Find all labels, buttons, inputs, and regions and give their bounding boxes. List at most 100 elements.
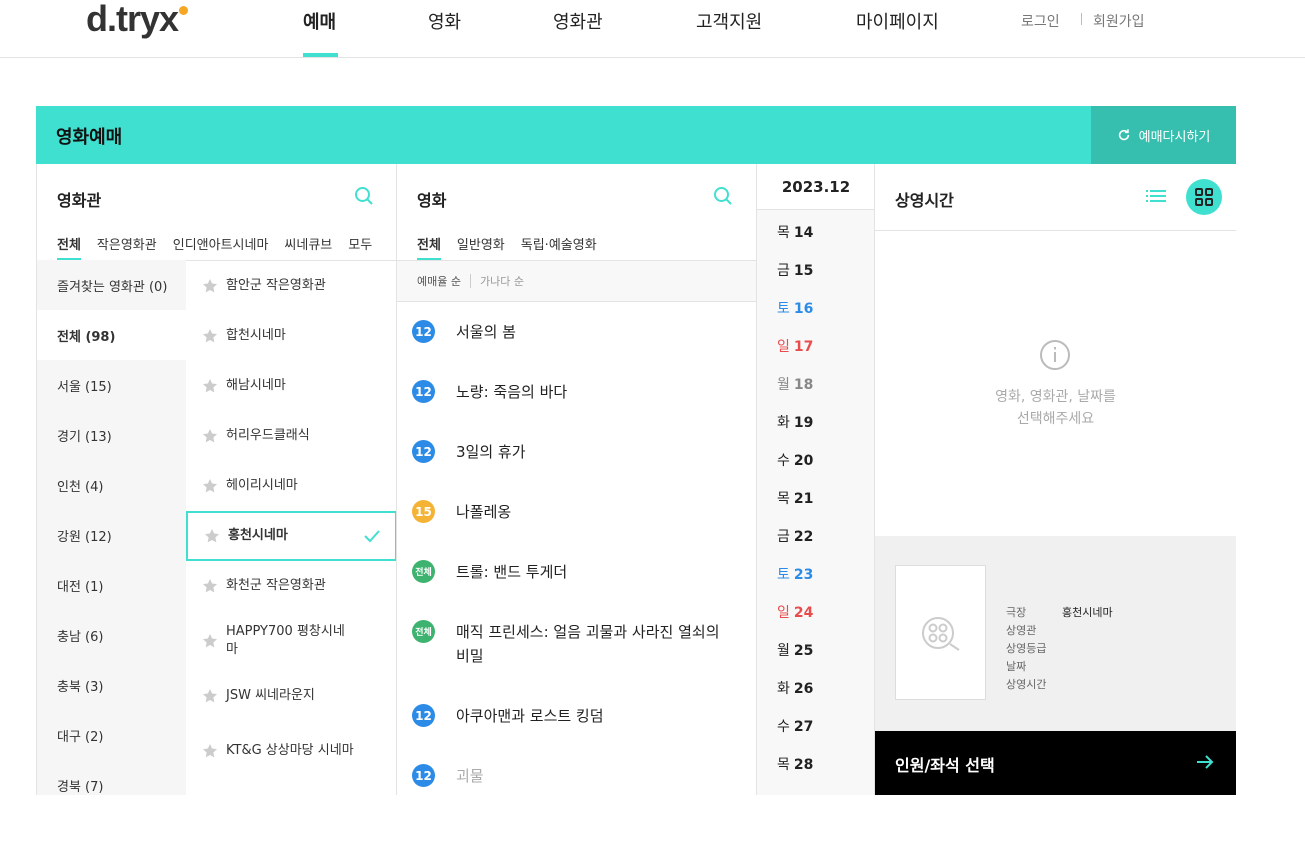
star-icon[interactable] [202, 743, 218, 759]
tab-indie-movies[interactable]: 독립·예술영화 [521, 234, 597, 260]
cinema-item[interactable]: 허리우드클래식 [186, 411, 396, 461]
date-day: 월 [777, 377, 790, 393]
date-item[interactable]: 토 23 [777, 564, 813, 584]
date-item[interactable]: 목 28 [777, 754, 813, 774]
region-item[interactable]: 충남 (6) [37, 610, 186, 660]
info-icon [1040, 340, 1070, 370]
cinema-item[interactable]: 합천시네마 [186, 311, 396, 361]
rating-badge: 12 [412, 764, 435, 787]
cinema-item[interactable]: 화천군 작은영화관 [186, 561, 396, 611]
cinema-item[interactable]: HAPPY700 평창시네마 [186, 611, 396, 671]
movie-item[interactable]: 전체 매직 프린세스: 얼음 괴물과 사라진 열쇠의 비밀 [412, 620, 726, 668]
movie-title: 나폴레옹 [456, 503, 512, 521]
reset-booking-button[interactable]: 예매다시하기 [1091, 106, 1236, 164]
booking-header: 영화예매 예매다시하기 [36, 106, 1236, 164]
tab-small-cinema[interactable]: 작은영화관 [97, 234, 157, 260]
date-item[interactable]: 토 16 [777, 298, 813, 318]
star-icon[interactable] [202, 328, 218, 344]
login-link[interactable]: 로그인 [1021, 11, 1060, 31]
date-num: 18 [793, 377, 814, 393]
search-icon[interactable] [713, 186, 733, 206]
list-view-icon[interactable] [1146, 188, 1166, 204]
date-num: 23 [793, 567, 814, 583]
cinema-item[interactable]: 해남시네마 [186, 361, 396, 411]
star-icon[interactable] [202, 278, 218, 294]
cinema-column: 영화관 전체 작은영화관 인디앤아트시네마 씨네큐브 모두 즐겨찾는 영화관 (… [36, 164, 397, 795]
movie-item[interactable]: 12 괴물 [412, 764, 726, 788]
region-item[interactable]: 서울 (15) [37, 360, 186, 410]
star-icon[interactable] [202, 633, 218, 649]
nav-support[interactable]: 고객지원 [696, 8, 762, 34]
tab-general-movies[interactable]: 일반영화 [457, 234, 505, 260]
star-icon[interactable] [202, 378, 218, 394]
nav-booking[interactable]: 예매 [303, 8, 336, 34]
nav-mypage[interactable]: 마이페이지 [856, 8, 939, 34]
sort-by-booking-rate[interactable]: 예매율 순 [417, 273, 461, 289]
date-day: 일 [777, 339, 790, 355]
date-item[interactable]: 금 15 [777, 260, 813, 280]
cinema-name: 함안군 작은영화관 [226, 278, 326, 293]
date-item[interactable]: 월 25 [777, 640, 813, 660]
date-num: 26 [793, 681, 814, 697]
cinema-item-selected[interactable]: 홍천시네마 [186, 511, 396, 561]
date-day: 목 [777, 225, 790, 241]
movie-title: 매직 프린세스: 얼음 괴물과 사라진 열쇠의 비밀 [456, 623, 720, 665]
summary-time-label: 상영시간 [1006, 678, 1047, 691]
date-day: 수 [777, 453, 790, 469]
film-reel-icon [922, 617, 960, 651]
date-item[interactable]: 일 24 [777, 602, 813, 622]
movie-item[interactable]: 15 나폴레옹 [412, 500, 726, 524]
star-icon[interactable] [202, 578, 218, 594]
star-icon[interactable] [202, 688, 218, 704]
tab-indie-art[interactable]: 인디앤아트시네마 [173, 234, 269, 260]
grid-view-button[interactable] [1186, 179, 1222, 215]
date-item[interactable]: 화 19 [777, 412, 813, 432]
nav-movie[interactable]: 영화 [428, 8, 461, 34]
region-item[interactable]: 충북 (3) [37, 660, 186, 710]
movie-item[interactable]: 12 아쿠아맨과 로스트 킹덤 [412, 704, 726, 728]
tab-cinecube[interactable]: 씨네큐브 [284, 234, 332, 260]
select-seats-button[interactable]: 인원/좌석 선택 [875, 731, 1236, 795]
region-item[interactable]: 인천 (4) [37, 460, 186, 510]
movie-title: 노량: 죽음의 바다 [456, 383, 568, 401]
region-item-selected[interactable]: 전체 (98) [37, 310, 186, 360]
logo[interactable]: d.tryx [86, 0, 189, 40]
date-item[interactable]: 월 18 [777, 374, 813, 394]
tab-all-movies[interactable]: 전체 [417, 234, 441, 260]
date-item[interactable]: 목 14 [777, 222, 813, 242]
date-num: 16 [793, 301, 814, 317]
sort-by-name[interactable]: 가나다 순 [480, 273, 524, 289]
region-item[interactable]: 대전 (1) [37, 560, 186, 610]
date-item[interactable]: 목 21 [777, 488, 813, 508]
tab-all[interactable]: 전체 [57, 234, 81, 260]
cinema-item[interactable]: JSW 씨네라운지 [186, 671, 396, 721]
rating-badge: 12 [412, 380, 435, 403]
movie-item[interactable]: 12 서울의 봄 [412, 320, 726, 344]
rating-badge: 12 [412, 440, 435, 463]
date-item[interactable]: 화 26 [777, 678, 813, 698]
region-item[interactable]: 강원 (12) [37, 510, 186, 560]
tab-more[interactable]: 모두 [348, 234, 372, 260]
cinema-item[interactable]: 함안군 작은영화관 [186, 261, 396, 311]
date-item[interactable]: 금 22 [777, 526, 813, 546]
cinema-item[interactable]: 헤이리시네마 [186, 461, 396, 511]
star-icon[interactable] [202, 428, 218, 444]
star-icon[interactable] [202, 478, 218, 494]
cinema-item[interactable]: KT&G 상상마당 시네마 [186, 721, 396, 781]
search-icon[interactable] [354, 186, 374, 206]
region-item[interactable]: 경북 (7) [37, 760, 186, 795]
signup-link[interactable]: 회원가입 [1093, 11, 1145, 31]
date-item[interactable]: 수 20 [777, 450, 813, 470]
star-icon[interactable] [204, 528, 220, 544]
region-item[interactable]: 경기 (13) [37, 410, 186, 460]
date-item[interactable]: 수 27 [777, 716, 813, 736]
date-item[interactable]: 일 17 [777, 336, 813, 356]
movie-item[interactable]: 전체 트롤: 밴드 투게더 [412, 560, 726, 584]
region-item[interactable]: 즐겨찾는 영화관 (0) [37, 260, 186, 310]
movie-item[interactable]: 12 노량: 죽음의 바다 [412, 380, 726, 404]
region-item[interactable]: 대구 (2) [37, 710, 186, 760]
movie-item[interactable]: 12 3일의 휴가 [412, 440, 726, 464]
nav-theater[interactable]: 영화관 [553, 8, 603, 34]
date-column: 2023.12 목 14 금 15 토 16 일 17 월 18 화 19 수 20 목 21 … [757, 164, 875, 795]
cinema-name: JSW 씨네라운지 [226, 688, 315, 703]
